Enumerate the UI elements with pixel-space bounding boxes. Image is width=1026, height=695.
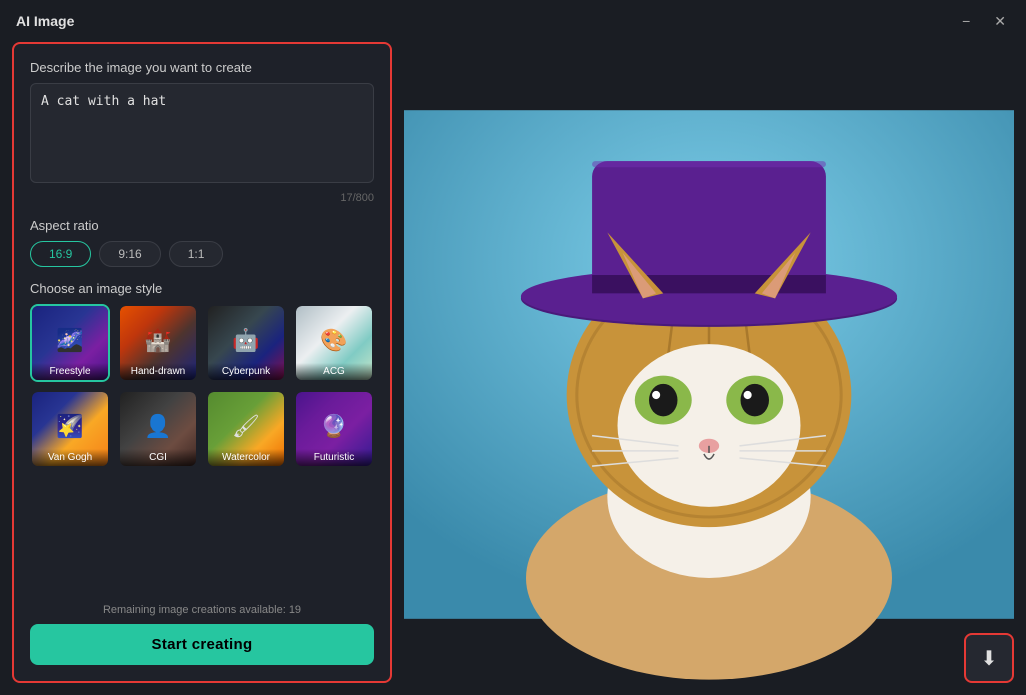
style-label-cgi: CGI (120, 449, 196, 466)
prompt-section: Describe the image you want to create A … (30, 60, 374, 204)
aspect-btn-16-9[interactable]: 16:9 (30, 241, 91, 267)
style-freestyle[interactable]: Freestyle (30, 304, 110, 382)
download-button[interactable]: ⬇ (964, 633, 1014, 683)
aspect-ratio-buttons: 16:9 9:16 1:1 (30, 241, 374, 267)
image-container: ⬇ (404, 46, 1014, 683)
close-button[interactable]: ✕ (990, 12, 1010, 30)
style-futuristic[interactable]: Futuristic (294, 390, 374, 468)
style-watercolor[interactable]: Watercolor (206, 390, 286, 468)
style-handdrawn[interactable]: Hand-drawn (118, 304, 198, 382)
remaining-text: Remaining image creations available: 19 (30, 604, 374, 616)
right-panel: ⬇ (404, 42, 1014, 683)
aspect-btn-1-1[interactable]: 1:1 (169, 241, 224, 267)
minimize-button[interactable]: − (958, 12, 974, 30)
char-count: 17/800 (30, 192, 374, 204)
titlebar: AI Image − ✕ (0, 0, 1026, 42)
style-grid: Freestyle Hand-drawn Cyberpunk ACG Van G… (30, 304, 374, 468)
window-controls: − ✕ (958, 12, 1010, 30)
main-content: Describe the image you want to create A … (0, 42, 1026, 695)
aspect-ratio-label: Aspect ratio (30, 218, 374, 233)
style-section: Choose an image style Freestyle Hand-dra… (30, 281, 374, 468)
bottom-section: Remaining image creations available: 19 … (30, 604, 374, 665)
app-title: AI Image (16, 13, 74, 29)
download-icon: ⬇ (981, 646, 998, 671)
style-vangogh[interactable]: Van Gogh (30, 390, 110, 468)
style-cgi[interactable]: CGI (118, 390, 198, 468)
left-panel: Describe the image you want to create A … (12, 42, 392, 683)
aspect-btn-9-16[interactable]: 9:16 (99, 241, 160, 267)
start-creating-button[interactable]: Start creating (30, 624, 374, 665)
style-label-acg: ACG (296, 363, 372, 380)
style-label-vangogh: Van Gogh (32, 449, 108, 466)
style-label-handdrawn: Hand-drawn (120, 363, 196, 380)
generated-image (404, 46, 1014, 683)
style-label-watercolor: Watercolor (208, 449, 284, 466)
prompt-textarea[interactable]: A cat with a hat (30, 83, 374, 183)
style-label: Choose an image style (30, 281, 374, 296)
prompt-label: Describe the image you want to create (30, 60, 374, 75)
aspect-ratio-section: Aspect ratio 16:9 9:16 1:1 (30, 218, 374, 267)
style-label-freestyle: Freestyle (32, 363, 108, 380)
style-label-cyberpunk: Cyberpunk (208, 363, 284, 380)
style-cyberpunk[interactable]: Cyberpunk (206, 304, 286, 382)
style-label-futuristic: Futuristic (296, 449, 372, 466)
style-acg[interactable]: ACG (294, 304, 374, 382)
